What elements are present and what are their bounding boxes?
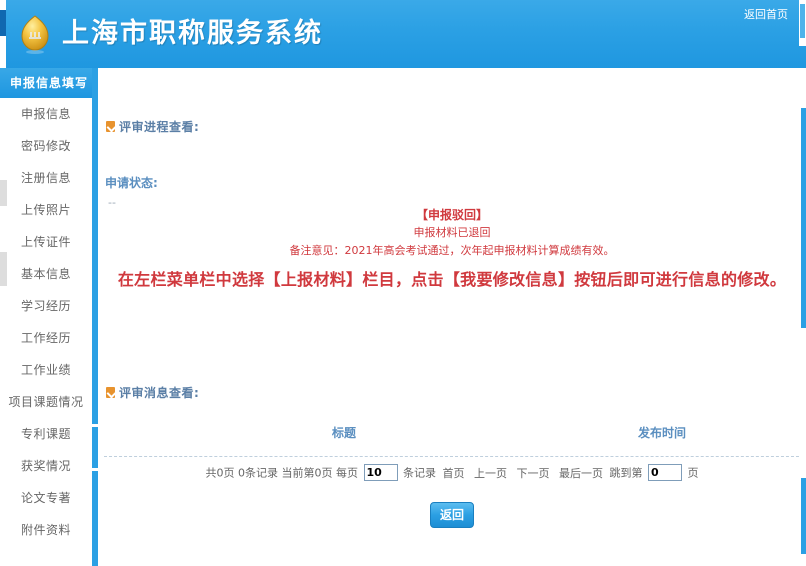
- pager-jump-suffix: 页: [687, 466, 699, 480]
- column-header-title: 标题: [332, 426, 357, 440]
- pager-total-pages: 共0页: [205, 466, 235, 480]
- sidebar-item-xiangmu-keti[interactable]: 项目课题情况: [0, 386, 92, 418]
- sidebar-item-xuexi-jingli[interactable]: 学习经历: [0, 290, 92, 322]
- orange-arrow-icon: [106, 387, 115, 398]
- sidebar-item-zhuanli-keti[interactable]: 专利课题: [0, 418, 92, 450]
- pager-per-page-prefix: 每页: [336, 466, 358, 480]
- shield-logo-icon: [16, 13, 54, 55]
- sidebar: 申报信息填写 申报信息 密码修改 注册信息 上传照片 上传证件 基本信息 学习经…: [0, 68, 98, 566]
- site-title: 上海市职称服务系统: [62, 18, 323, 49]
- sidebar-item-shangchuan-zhengjian[interactable]: 上传证件: [0, 226, 92, 258]
- sidebar-item-zhuce-xinxi[interactable]: 注册信息: [0, 162, 92, 194]
- message-table: 标题 发布时间: [104, 424, 804, 446]
- sidebar-item-mima-xiugai[interactable]: 密码修改: [0, 130, 92, 162]
- header-right-accent: [799, 0, 806, 46]
- per-page-input[interactable]: [363, 464, 398, 481]
- sidebar-item-shenbao-xinxi[interactable]: 申报信息: [0, 98, 92, 130]
- message-section-title-text: 评审消息查看:: [119, 386, 200, 400]
- page-scrollbar[interactable]: [801, 68, 806, 566]
- pager-jump-prefix: 跳到第: [609, 466, 643, 480]
- page-root: 上海市职称服务系统 返回首页 申报信息填写 申报信息 密码修改 注册信息 上传照…: [0, 0, 806, 566]
- page-header: 上海市职称服务系统 返回首页: [0, 0, 806, 68]
- jump-page-input[interactable]: [648, 464, 682, 481]
- sidebar-item-huojiang-qingkuang[interactable]: 获奖情况: [0, 450, 92, 482]
- sidebar-item-shangchuan-zhaopian[interactable]: 上传照片: [0, 194, 92, 226]
- application-status-label: 申请状态:: [105, 176, 158, 190]
- scrollbar-thumb-upper[interactable]: [801, 108, 806, 328]
- sidebar-item-gongzuo-yeji[interactable]: 工作业绩: [0, 354, 92, 386]
- window-edge-artifact-2: [0, 252, 7, 286]
- header-left-edge: [0, 0, 6, 68]
- pager-prev-page-link[interactable]: 上一页: [474, 467, 507, 480]
- pagination-bar: 共0页 0条记录 当前第0页 每页 条记录 首页 上一页 下一页 最后一页 跳到…: [98, 464, 806, 481]
- notice-status-badge: 【申报驳回】: [415, 208, 488, 222]
- pager-current-page: 当前第0页: [281, 466, 333, 480]
- message-section-title: 评审消息查看:: [106, 384, 199, 401]
- sidebar-header: 申报信息填写: [0, 68, 98, 98]
- pager-per-page-suffix: 条记录: [403, 466, 436, 480]
- sidebar-item-lunwen-zhuanzhu[interactable]: 论文专著: [0, 482, 92, 514]
- pager-last-page-link[interactable]: 最后一页: [559, 467, 603, 480]
- pager-next-page-link[interactable]: 下一页: [517, 467, 550, 480]
- orange-arrow-icon: [106, 121, 115, 132]
- sidebar-menu: 申报信息 密码修改 注册信息 上传照片 上传证件 基本信息 学习经历 工作经历 …: [0, 98, 92, 546]
- sidebar-item-gongzuo-jingli[interactable]: 工作经历: [0, 322, 92, 354]
- sidebar-item-fujian-ziliao[interactable]: 附件资料: [0, 514, 92, 546]
- window-edge-artifact-1: [0, 180, 7, 206]
- scrollbar-thumb-lower[interactable]: [801, 478, 806, 554]
- process-section-title: 评审进程查看:: [106, 118, 199, 135]
- pager-total-records: 0条记录: [238, 466, 278, 480]
- rejection-notice: 【申报驳回】 申报材料已退回 备注意见：2021年高会考试通过，次年起申报材料计…: [98, 206, 806, 292]
- notice-subtitle: 申报材料已退回: [413, 226, 491, 239]
- message-table-header-row: 标题 发布时间: [104, 424, 804, 446]
- message-table-divider: [104, 456, 804, 457]
- pager-first-page-link[interactable]: 首页: [443, 467, 465, 480]
- back-button[interactable]: 返回: [430, 502, 474, 528]
- main-content: 评审进程查看: 申请状态: -- 【申报驳回】 申报材料已退回 备注意见：202…: [98, 68, 806, 566]
- return-home-link[interactable]: 返回首页: [744, 6, 788, 22]
- column-header-publish-time: 发布时间: [638, 426, 687, 440]
- sidebar-item-jiben-xinxi[interactable]: 基本信息: [0, 258, 92, 290]
- process-section-title-text: 评审进程查看:: [119, 120, 200, 134]
- notice-instruction: 在左栏菜单栏中选择【上报材料】栏目，点击【我要修改信息】按钮后即可进行信息的修改…: [117, 270, 787, 289]
- notice-remark: 备注意见：2021年高会考试通过，次年起申报材料计算成绩有效。: [289, 244, 615, 257]
